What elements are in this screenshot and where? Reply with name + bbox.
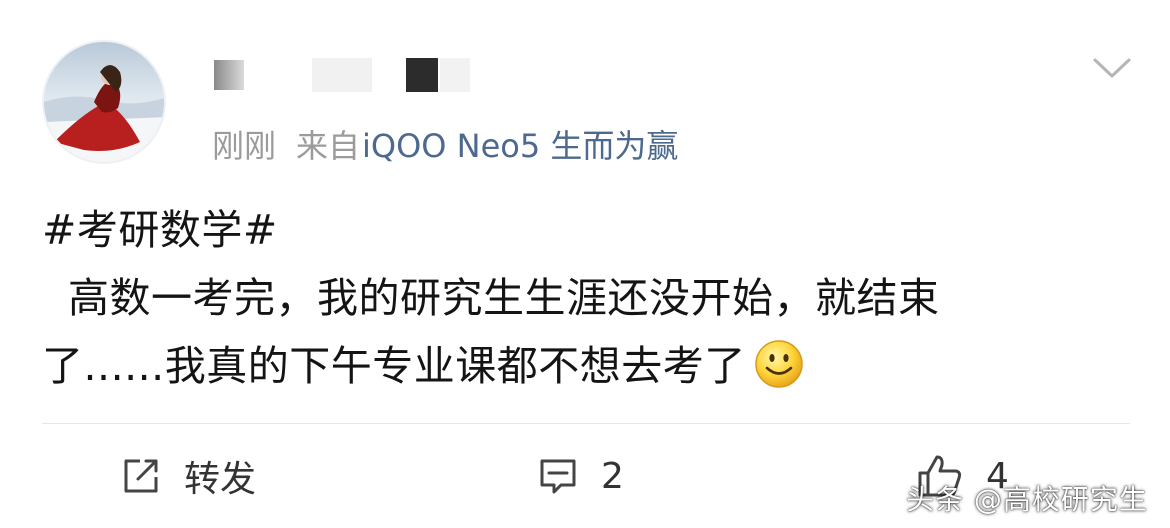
device-source-link[interactable]: iQOO Neo5 生而为赢 (362, 127, 678, 165)
username-redacted (406, 58, 438, 92)
username-redacted (312, 58, 372, 92)
post-text-line: 高数一考完，我的研究生生涯还没开始，就结束 (68, 274, 940, 322)
divider (42, 423, 1130, 424)
hashtag-link[interactable]: #考研数学# (42, 196, 1130, 264)
repost-icon (124, 459, 158, 493)
post-meta: 刚刚 来自iQOO Neo5 生而为赢 (212, 126, 678, 166)
post-body: #考研数学# 高数一考完，我的研究生生涯还没开始，就结束 了......我真的下… (42, 196, 1130, 400)
post-text-line-last: 了......我真的下午专业课都不想去考了 (42, 332, 1130, 400)
repost-label: 转发 (184, 459, 257, 500)
comment-button[interactable]: 2 (537, 450, 624, 502)
post-text-line: 了......我真的下午专业课都不想去考了 (42, 342, 746, 390)
repost-button[interactable]: 转发 (120, 450, 256, 502)
avatar-image (44, 65, 164, 162)
smiley-emoji-icon (754, 340, 803, 388)
comment-count: 2 (601, 455, 624, 497)
post-time: 刚刚 (212, 127, 277, 165)
watermark: 头条 @高校研究生 (906, 483, 1148, 516)
comment-icon (540, 459, 576, 494)
avatar[interactable] (42, 40, 166, 164)
chevron-down-icon[interactable] (1092, 54, 1132, 82)
username-redacted (440, 58, 470, 92)
source-prefix: 来自 (296, 127, 361, 165)
username-redacted[interactable] (214, 60, 244, 90)
